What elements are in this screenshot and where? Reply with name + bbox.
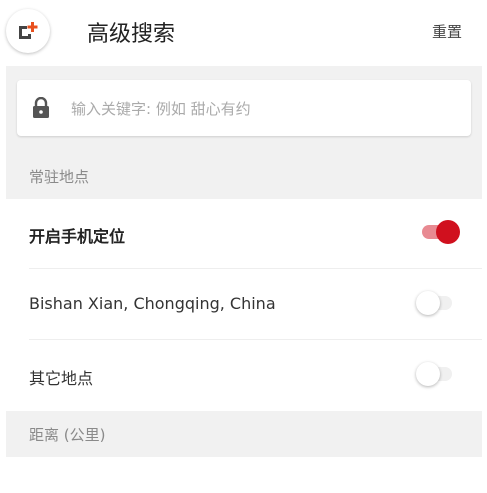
- reset-button[interactable]: 重置: [432, 21, 462, 42]
- resident-location-toggle[interactable]: [416, 291, 452, 315]
- section-title: 距离 (公里): [29, 426, 106, 444]
- toggle-knob: [416, 362, 440, 386]
- section-title: 常驻地点: [29, 168, 90, 186]
- lock-icon: [33, 97, 49, 118]
- page-title: 高级搜索: [87, 22, 176, 47]
- section-header-location: 常驻地点: [6, 153, 482, 199]
- toggle-knob: [416, 291, 440, 315]
- row-label: 开启手机定位: [29, 227, 126, 246]
- other-location-toggle[interactable]: [416, 362, 452, 386]
- divider: [29, 268, 482, 269]
- toggle-knob: [436, 220, 460, 244]
- search-box[interactable]: [17, 80, 471, 136]
- row-other-location[interactable]: 其它地点: [6, 341, 482, 411]
- divider: [29, 339, 482, 340]
- back-button[interactable]: [6, 9, 50, 53]
- phone-location-toggle[interactable]: [422, 220, 460, 244]
- row-label: Bishan Xian, Chongqing, China: [29, 294, 276, 313]
- section-header-distance: 距离 (公里): [6, 411, 482, 457]
- search-section: [6, 66, 482, 153]
- row-phone-location[interactable]: 开启手机定位: [6, 199, 482, 269]
- row-label: 其它地点: [29, 369, 94, 388]
- add-location-icon: [19, 22, 38, 39]
- search-input[interactable]: [69, 94, 463, 124]
- header-bar: 高级搜索 重置: [0, 0, 487, 66]
- row-resident-location[interactable]: Bishan Xian, Chongqing, China: [6, 270, 482, 340]
